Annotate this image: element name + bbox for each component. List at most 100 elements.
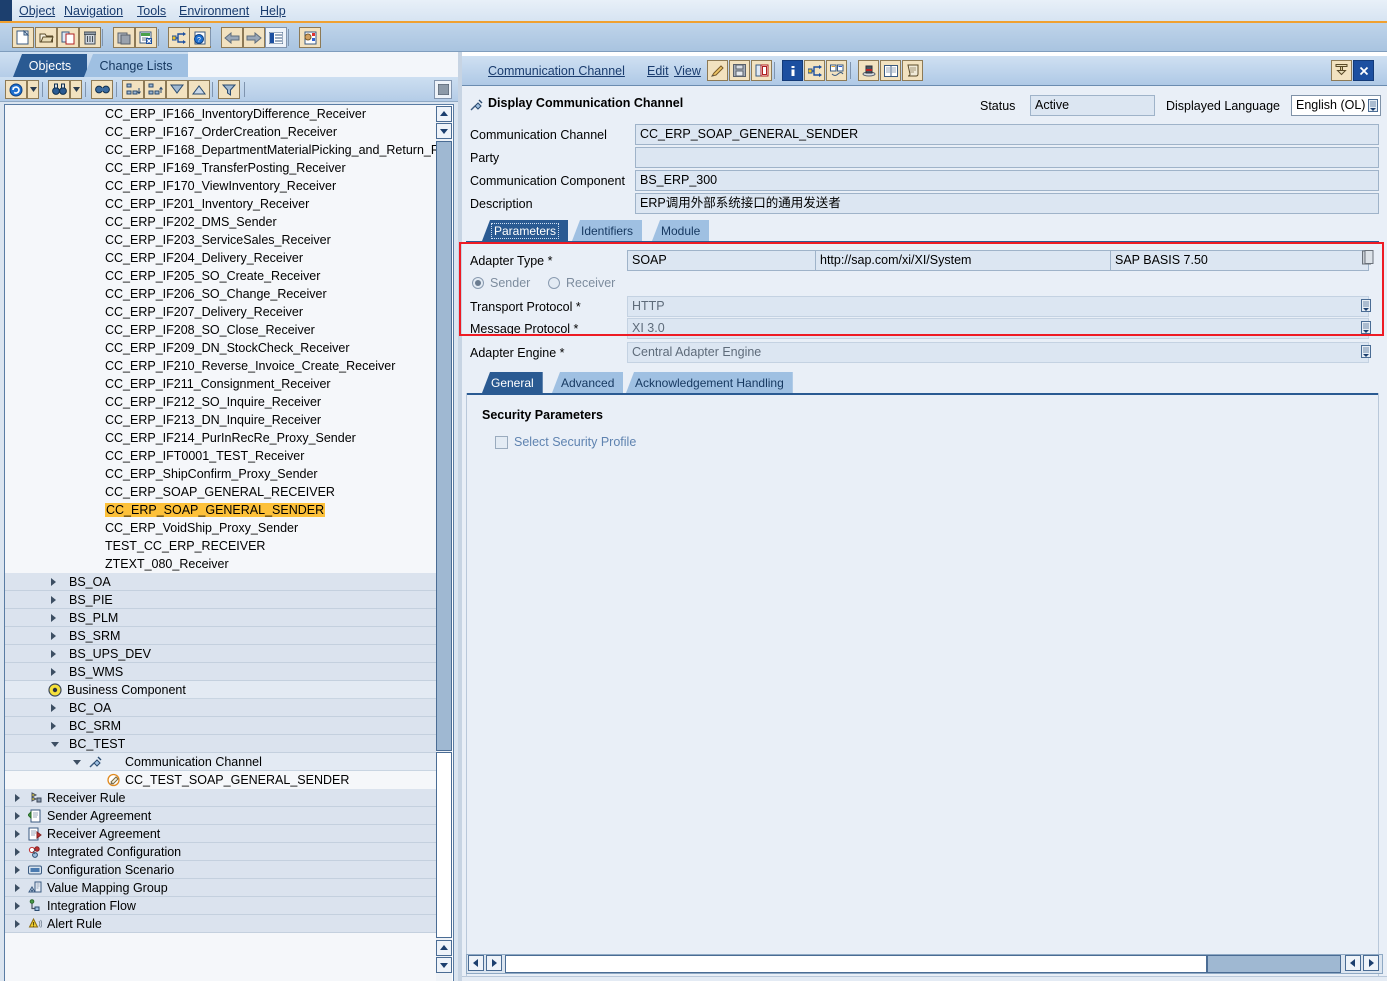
editor-menu-view[interactable]: View <box>674 64 701 78</box>
menu-tools[interactable]: Tools <box>134 4 169 18</box>
find-objects-icon[interactable] <box>48 80 70 99</box>
inner-tab-advanced[interactable]: Advanced <box>552 372 624 393</box>
chevron-right-icon[interactable] <box>15 812 20 820</box>
language-dropdown-icon[interactable] <box>1366 98 1379 113</box>
close-window-icon[interactable] <box>1353 60 1374 81</box>
menu-environment[interactable]: Environment <box>176 4 252 18</box>
history-icon[interactable] <box>858 60 879 81</box>
tab-change-lists[interactable]: Change Lists <box>84 54 188 77</box>
message-protocol-dropdown-icon[interactable] <box>1359 320 1372 335</box>
scroll-doc-icon[interactable] <box>902 60 923 81</box>
chevron-right-icon[interactable] <box>51 668 56 676</box>
chevron-right-icon[interactable] <box>51 578 56 586</box>
tree-item[interactable]: CC_ERP_IF167_OrderCreation_Receiver <box>5 123 437 141</box>
menu-help[interactable]: Help <box>257 4 289 18</box>
editor-hscroll-thumb[interactable] <box>1207 955 1341 973</box>
tree-item[interactable]: BS_OA <box>5 573 437 591</box>
tree-item[interactable]: Receiver Agreement <box>5 825 437 843</box>
tree-item[interactable]: Communication Channel <box>5 753 437 771</box>
tree-item[interactable]: CC_ERP_IF206_SO_Change_Receiver <box>5 285 437 303</box>
inner-tab-acknowledgement-handling[interactable]: Acknowledgement Handling <box>626 372 793 393</box>
pin-window-icon[interactable] <box>1331 60 1352 81</box>
tree-item[interactable]: CC_ERP_IF170_ViewInventory_Receiver <box>5 177 437 195</box>
chevron-right-icon[interactable] <box>51 704 56 712</box>
tree-item[interactable]: BS_WMS <box>5 663 437 681</box>
back-icon[interactable] <box>221 27 243 48</box>
editor-hscroll-left-button[interactable] <box>468 955 484 971</box>
editor-hscroll-right-button-2[interactable] <box>1363 955 1379 971</box>
tree-item[interactable]: Business Component <box>5 681 437 699</box>
adapter-type-picker-icon[interactable] <box>1361 249 1374 265</box>
chevron-right-icon[interactable] <box>15 830 20 838</box>
tree-scroll-down-button-2[interactable] <box>436 957 452 973</box>
where-used-list-icon[interactable] <box>804 60 825 81</box>
editor-horizontal-scrollbar[interactable] <box>466 954 1383 974</box>
select-security-profile-checkbox[interactable] <box>495 436 508 449</box>
adapter-engine-dropdown-icon[interactable] <box>1359 344 1372 359</box>
properties-icon[interactable] <box>265 27 287 48</box>
chevron-down-icon[interactable] <box>73 760 81 765</box>
documentation-icon[interactable] <box>880 60 901 81</box>
scroll-down-icon[interactable] <box>166 80 188 99</box>
save-all-icon[interactable] <box>113 27 135 48</box>
editor-hscroll-left-button-2[interactable] <box>486 955 502 971</box>
check-icon[interactable]: ? <box>189 27 211 48</box>
tree-scroll-down-button[interactable] <box>436 123 452 139</box>
tree-item[interactable]: CC_ERP_SOAP_GENERAL_SENDER <box>5 501 437 519</box>
tree-scroll-thumb-upper[interactable] <box>436 141 452 751</box>
chevron-right-icon[interactable] <box>15 866 20 874</box>
tree-item[interactable]: Alert Rule <box>5 915 437 933</box>
user-settings-icon[interactable] <box>299 27 321 48</box>
editor-hscroll-right-button[interactable] <box>1345 955 1361 971</box>
menu-object[interactable]: Object <box>16 4 58 18</box>
search-icon[interactable] <box>91 80 113 99</box>
tree-item[interactable]: Integration Flow <box>5 897 437 915</box>
tree-rows-container[interactable]: CC_ERP_IF166_InventoryDifference_Receive… <box>5 105 437 981</box>
edit-pencil-icon[interactable] <box>707 60 728 81</box>
tree-scroll-up-button[interactable] <box>436 106 452 122</box>
tree-item[interactable]: Sender Agreement <box>5 807 437 825</box>
tree-item[interactable]: CC_ERP_IF207_Delivery_Receiver <box>5 303 437 321</box>
filter-icon[interactable] <box>218 80 240 99</box>
tree-item[interactable]: Value Mapping Group <box>5 879 437 897</box>
tree-item[interactable]: BS_PIE <box>5 591 437 609</box>
copy-icon[interactable] <box>57 27 79 48</box>
forward-icon[interactable] <box>243 27 265 48</box>
tree-item[interactable]: Integrated Configuration <box>5 843 437 861</box>
tree-item[interactable]: CC_ERP_IF204_Delivery_Receiver <box>5 249 437 267</box>
tree-item[interactable]: CC_ERP_IF214_PurInRecRe_Proxy_Sender <box>5 429 437 447</box>
tab-parameters[interactable]: Parameters <box>482 220 569 241</box>
scroll-up-icon[interactable] <box>188 80 210 99</box>
chevron-down-icon[interactable] <box>51 742 59 747</box>
tree-item[interactable]: BC_OA <box>5 699 437 717</box>
new-icon[interactable] <box>12 27 34 48</box>
compare-versions-icon[interactable] <box>826 60 847 81</box>
tree-item[interactable]: CC_ERP_IF202_DMS_Sender <box>5 213 437 231</box>
transport-protocol-dropdown-icon[interactable] <box>1359 298 1372 313</box>
tree-item[interactable]: BS_UPS_DEV <box>5 645 437 663</box>
save-icon[interactable] <box>729 60 750 81</box>
editor-hscroll-track[interactable] <box>505 955 1207 973</box>
refresh-dropdown-arrow-icon[interactable] <box>27 80 39 99</box>
tree-item[interactable]: ZTEXT_080_Receiver <box>5 555 437 573</box>
tree-item[interactable]: BS_PLM <box>5 609 437 627</box>
tree-item[interactable]: CC_ERP_SOAP_GENERAL_RECEIVER <box>5 483 437 501</box>
inner-tab-general[interactable]: General <box>482 372 543 393</box>
tree-item[interactable]: CC_ERP_ShipConfirm_Proxy_Sender <box>5 465 437 483</box>
chevron-right-icon[interactable] <box>51 632 56 640</box>
chevron-right-icon[interactable] <box>51 596 56 604</box>
tree-item[interactable]: CC_ERP_IF201_Inventory_Receiver <box>5 195 437 213</box>
menu-navigation[interactable]: Navigation <box>61 4 126 18</box>
chevron-right-icon[interactable] <box>15 794 20 802</box>
open-folder-icon[interactable] <box>35 27 57 48</box>
close-object-icon[interactable] <box>751 60 772 81</box>
direction-receiver-radio[interactable] <box>548 277 560 289</box>
where-used-icon[interactable] <box>168 27 190 48</box>
refresh-icon[interactable] <box>5 80 27 99</box>
editor-menu-communication-channel[interactable]: Communication Channel <box>488 64 625 78</box>
tree-item[interactable]: CC_ERP_IF166_InventoryDifference_Receive… <box>5 105 437 123</box>
tree-item[interactable]: CC_ERP_IF212_SO_Inquire_Receiver <box>5 393 437 411</box>
chevron-right-icon[interactable] <box>15 848 20 856</box>
tab-module[interactable]: Module <box>652 220 710 241</box>
delete-trash-icon[interactable] <box>79 27 101 48</box>
